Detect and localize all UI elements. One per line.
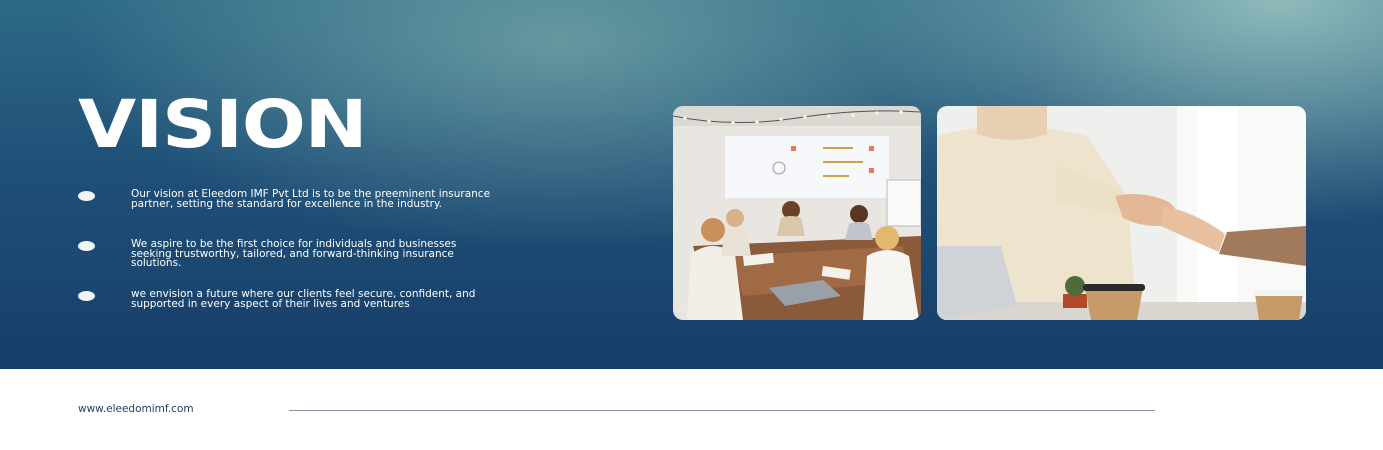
handshake-photo [937, 106, 1306, 320]
bullet-dot-icon [78, 241, 95, 251]
bullet-text: We aspire to be the first choice for ind… [131, 238, 457, 270]
bullet-text: Our vision at Eleedom IMF Pvt Ltd is to … [131, 188, 491, 210]
meeting-room-photo [673, 106, 921, 320]
bullet-text: we envision a future where our clients f… [131, 288, 476, 310]
bullet-dot-icon [78, 291, 95, 301]
website-url[interactable]: www.eleedomimf.com [78, 403, 194, 415]
hero-section: VISION Our vision at Eleedom IMF Pvt Ltd… [0, 0, 1383, 369]
page-title: VISION [78, 86, 368, 163]
bullet-dot-icon [78, 191, 95, 201]
footer-divider [289, 410, 1155, 411]
